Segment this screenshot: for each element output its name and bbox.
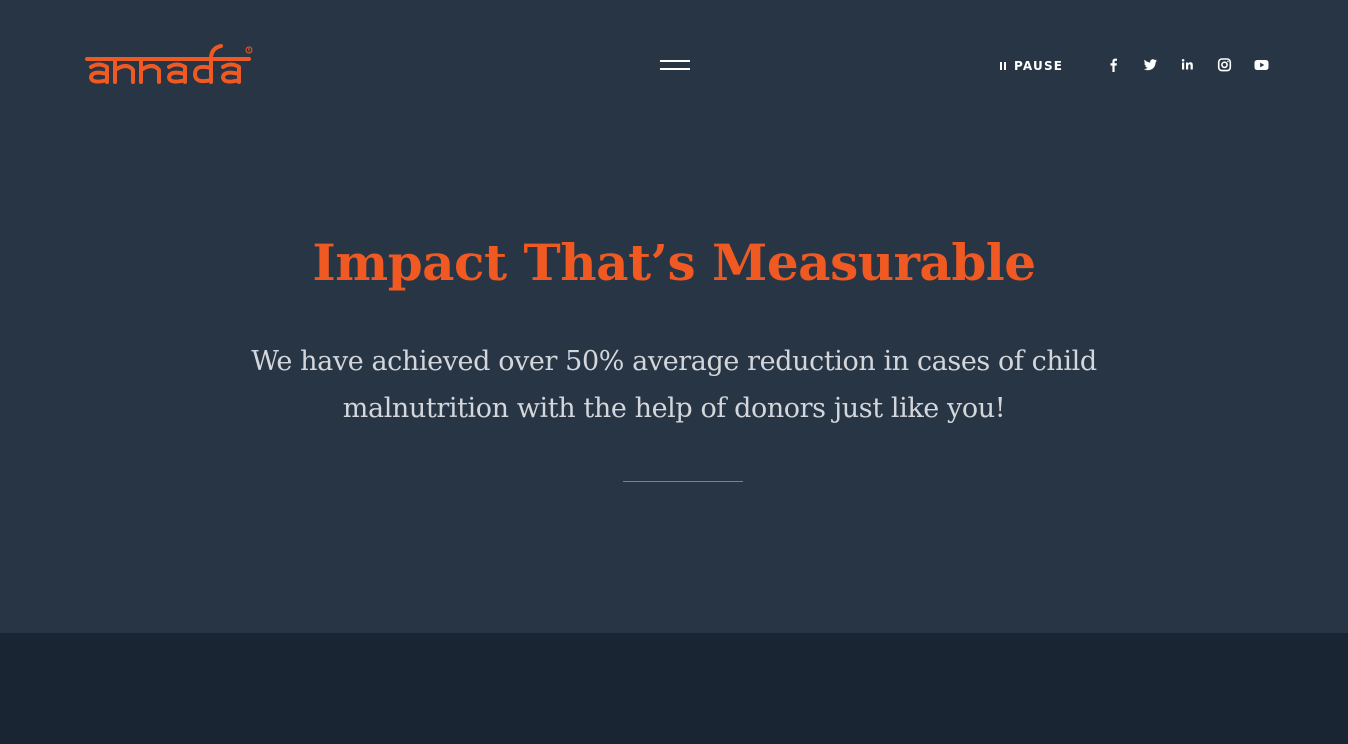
pause-icon bbox=[1000, 62, 1007, 70]
hero-title: Impact That’s Measurable bbox=[312, 233, 1036, 292]
facebook-icon bbox=[1110, 58, 1117, 72]
annada-logo-icon: R bbox=[85, 44, 253, 84]
menu-toggle-button[interactable] bbox=[656, 56, 694, 76]
page: R PAUSE Impact That’s Measurable We have… bbox=[0, 0, 1348, 744]
pause-button[interactable]: PAUSE bbox=[1000, 57, 1063, 75]
pause-label: PAUSE bbox=[1014, 59, 1064, 73]
svg-text:R: R bbox=[248, 48, 251, 53]
youtube-icon bbox=[1254, 60, 1269, 70]
hero-text: We have achieved over 50% average reduct… bbox=[251, 346, 1097, 424]
facebook-link[interactable] bbox=[1104, 56, 1123, 74]
instagram-link[interactable] bbox=[1215, 56, 1234, 74]
twitter-icon bbox=[1143, 59, 1157, 71]
linkedin-link[interactable] bbox=[1178, 56, 1197, 74]
hero-section: R PAUSE Impact That’s Measurable We have… bbox=[0, 0, 1348, 633]
hamburger-icon-line bbox=[660, 68, 690, 70]
instagram-icon bbox=[1217, 58, 1232, 72]
accent-divider bbox=[623, 481, 743, 482]
youtube-link[interactable] bbox=[1252, 56, 1271, 74]
social-links bbox=[1104, 56, 1271, 74]
twitter-link[interactable] bbox=[1141, 56, 1160, 74]
brand-logo[interactable]: R bbox=[85, 42, 255, 88]
hamburger-icon bbox=[660, 60, 690, 62]
linkedin-icon bbox=[1181, 59, 1193, 70]
next-section bbox=[0, 633, 1348, 744]
